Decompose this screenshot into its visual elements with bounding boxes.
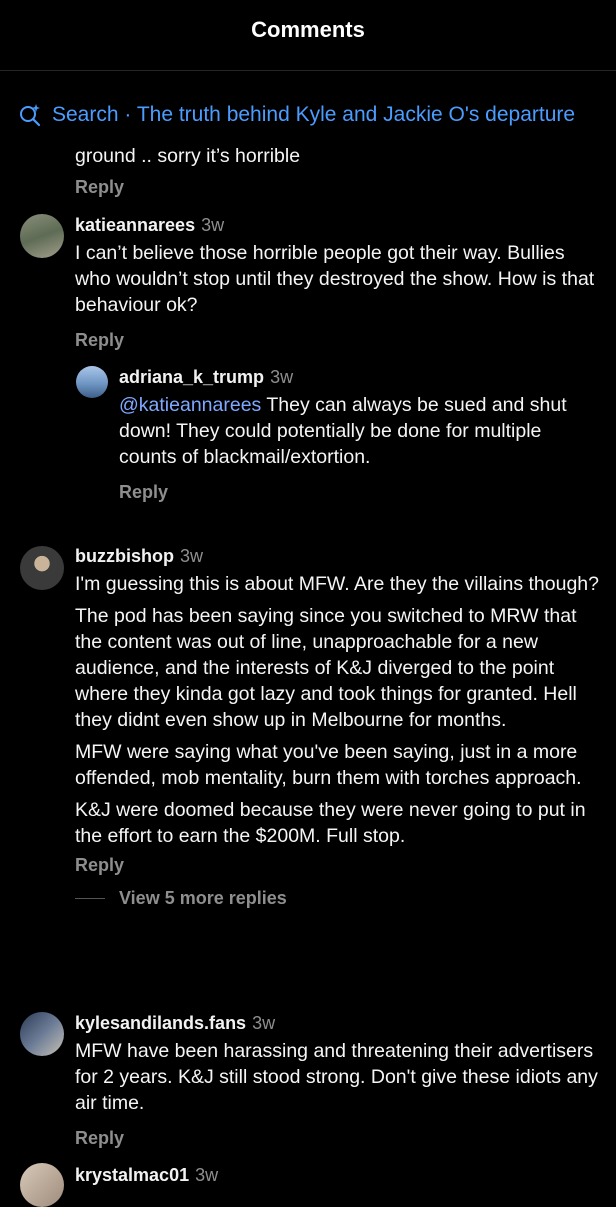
avatar[interactable] (20, 214, 64, 258)
reply-button[interactable]: Reply (75, 1128, 605, 1149)
comment-paragraph: The pod has been saying since you switch… (75, 605, 577, 731)
comment-text: ground .. sorry it’s horrible (75, 145, 301, 167)
search-suggestion[interactable]: Search · The truth behind Kyle and Jacki… (18, 98, 616, 132)
comment-username[interactable]: krystalmac01 (75, 1165, 189, 1185)
reply-button[interactable]: Reply (75, 330, 605, 351)
comment-time: 3w (270, 367, 294, 387)
comment-item: katieannarees 3w I can’t believe those ho… (75, 215, 605, 351)
comment-text: @katieannarees They can always be sued a… (119, 392, 599, 470)
reply-button[interactable]: Reply (75, 177, 605, 198)
comment-time: 3w (252, 1013, 276, 1033)
comment-username[interactable]: adriana_k_trump (119, 367, 264, 387)
comment-username[interactable]: kylesandilands.fans (75, 1013, 246, 1033)
reply-item: adriana_k_trump 3w @katieannarees They ca… (119, 367, 599, 503)
comment-fragment: ground .. sorry it’s horrible Reply (75, 143, 605, 198)
comment-paragraph: I'm guessing this is about MFW. Are they… (75, 573, 599, 595)
divider (75, 898, 105, 899)
comment-item: buzzbishop 3w I'm guessing this is about … (75, 546, 605, 909)
comment-text: I can’t believe those horrible people go… (75, 242, 595, 316)
mention-link[interactable]: @katieannarees (119, 394, 261, 416)
view-more-replies-button[interactable]: View 5 more replies (75, 888, 605, 909)
page-title: Comments (251, 17, 365, 42)
comment-item: kylesandilands.fans 3w MFW have been hara… (75, 1013, 605, 1149)
comment-time: 3w (179, 546, 203, 566)
avatar[interactable] (20, 1163, 64, 1207)
comment-paragraph: K&J were doomed because they were never … (75, 799, 586, 847)
avatar[interactable] (20, 1012, 64, 1056)
comments-header: Comments (0, 0, 616, 71)
search-sparkle-icon (20, 104, 41, 127)
comment-paragraph: MFW were saying what you've been saying,… (75, 741, 582, 789)
comment-time: 3w (201, 215, 225, 235)
comment-text: MFW have been harassing and threatening … (75, 1040, 598, 1114)
reply-button[interactable]: Reply (119, 482, 599, 503)
avatar[interactable] (20, 546, 64, 590)
avatar[interactable] (76, 366, 108, 398)
comment-item: krystalmac01 3w (75, 1165, 605, 1186)
view-more-label: View 5 more replies (119, 888, 287, 908)
search-suggestion-text: Search · The truth behind Kyle and Jacki… (52, 103, 576, 126)
comment-time: 3w (195, 1165, 219, 1185)
comment-username[interactable]: katieannarees (75, 215, 195, 235)
comment-text: I'm guessing this is about MFW. Are they… (75, 571, 605, 849)
comment-username[interactable]: buzzbishop (75, 546, 174, 566)
reply-button[interactable]: Reply (75, 855, 605, 876)
